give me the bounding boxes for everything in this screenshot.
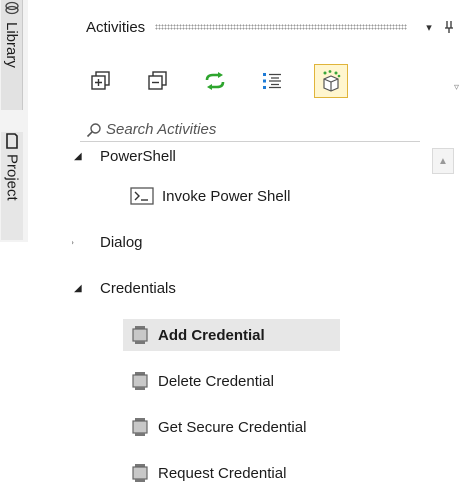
library-tab-label: Library [3, 22, 20, 68]
tree-node-label: Request Credential [158, 464, 287, 482]
pin-icon [445, 21, 453, 33]
project-tab-label: Project [3, 154, 21, 201]
toolbar-overflow-icon[interactable]: ▿ [454, 82, 459, 93]
tree-node-dialog[interactable]: › Dialog [72, 226, 143, 258]
powershell-icon [130, 187, 154, 205]
pin-button[interactable] [439, 17, 459, 37]
tree-node-credentials[interactable]: ◢ Credentials [74, 272, 176, 304]
tree-node-label: Get Secure Credential [158, 418, 307, 436]
activities-tree: ◢ PowerShell Invoke Power Shell › Dialog… [72, 0, 432, 497]
side-tab-strip: Library Project [0, 0, 28, 242]
tree-leaf-get-secure-credential[interactable]: Get Secure Credential [130, 411, 306, 443]
search-icon [86, 122, 101, 137]
tree-leaf-request-credential[interactable]: Request Credential [130, 457, 286, 489]
credential-icon [132, 372, 148, 390]
tree-node-label: Dialog [100, 233, 143, 251]
credential-icon [132, 418, 148, 436]
expanded-arrow-icon[interactable]: ◢ [74, 151, 82, 162]
search-box[interactable] [80, 118, 420, 142]
tree-node-label: Invoke Power Shell [162, 187, 291, 205]
tree-leaf-invoke-power-shell[interactable]: Invoke Power Shell [130, 180, 290, 212]
project-tab[interactable]: Project [1, 132, 23, 240]
tree-node-label: Delete Credential [158, 372, 274, 390]
toolbar-spacer [72, 108, 432, 118]
expanded-arrow-icon[interactable]: ◢ [74, 283, 82, 294]
tree-leaf-delete-credential[interactable]: Delete Credential [130, 365, 274, 397]
search-input[interactable] [106, 121, 406, 138]
credential-icon [132, 326, 148, 344]
library-tab[interactable]: Library [1, 0, 23, 110]
activities-panel: Activities ▾ ▿ ◢ PowerShell Invoke Power… [72, 0, 459, 497]
tree-node-label: PowerShell [100, 147, 176, 165]
tree-node-powershell[interactable]: ◢ PowerShell [74, 140, 176, 172]
scroll-up-button[interactable]: ▲ [432, 148, 454, 174]
scroll-up-arrow-icon: ▲ [438, 155, 448, 167]
tree-leaf-add-credential[interactable]: Add Credential [123, 319, 340, 351]
project-icon [6, 133, 18, 149]
collapsed-arrow-icon[interactable]: › [72, 235, 74, 249]
tree-node-label: Add Credential [158, 326, 265, 344]
credential-icon [132, 464, 148, 482]
tree-node-label: Credentials [100, 279, 176, 297]
library-icon [4, 1, 19, 15]
